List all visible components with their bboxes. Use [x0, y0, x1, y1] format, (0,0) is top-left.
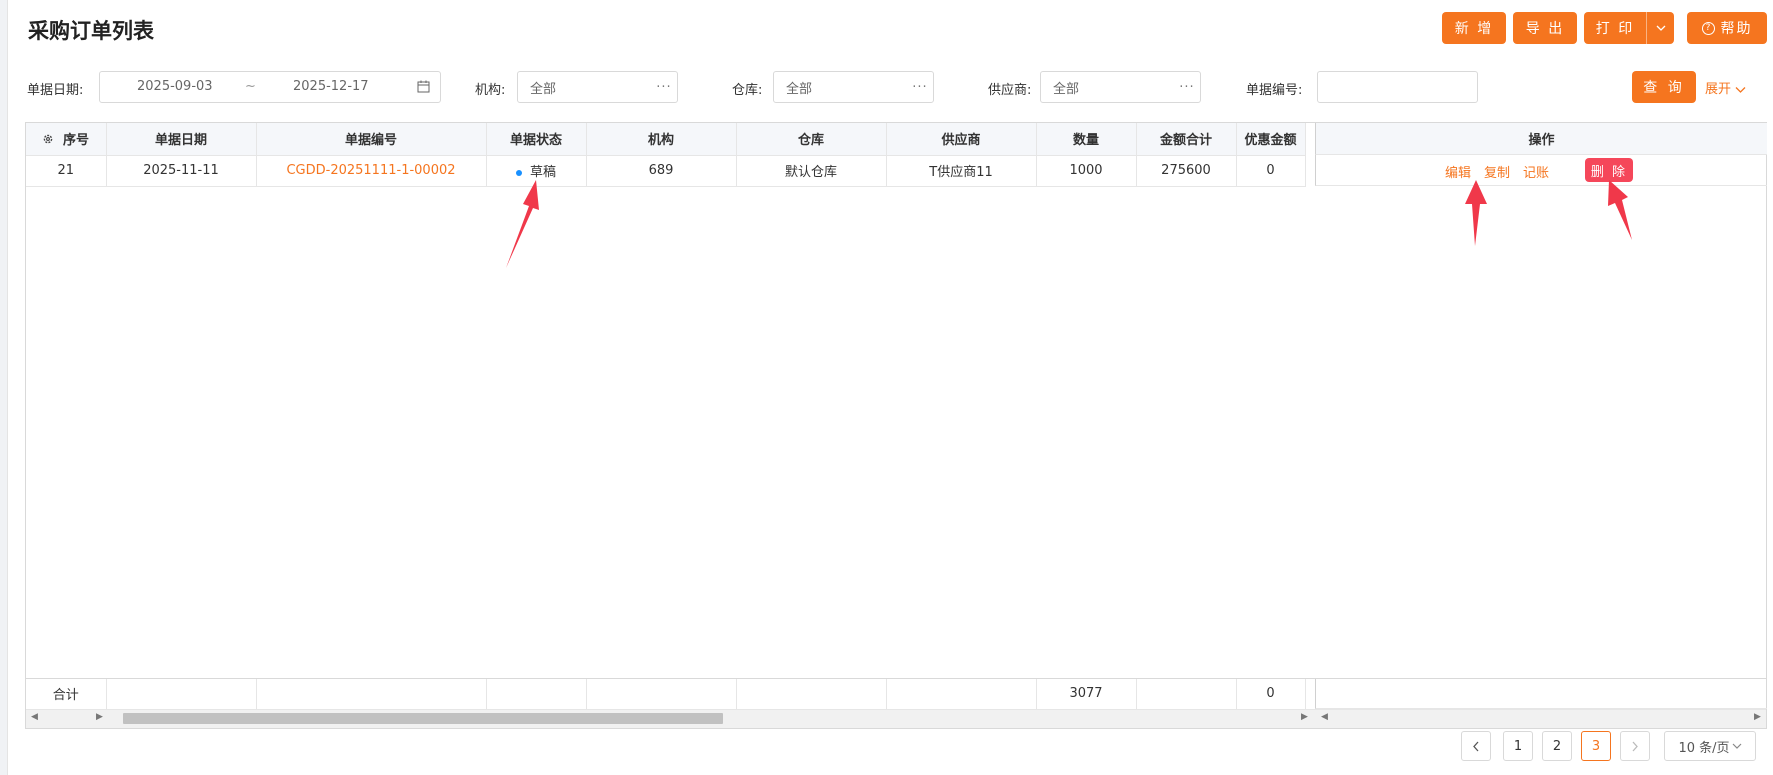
scroll-left-icon[interactable]: ◀	[31, 712, 38, 722]
horizontal-scrollbar[interactable]: ◀ ▶ ▶ ◀ ▶	[26, 709, 1766, 728]
docno-input[interactable]	[1317, 71, 1478, 103]
date-filter-label: 单据日期:	[27, 83, 84, 98]
annotation-arrow-icon	[506, 180, 539, 268]
scroll-right-icon[interactable]: ▶	[1754, 712, 1761, 722]
chevron-right-icon	[1632, 741, 1638, 751]
col-header-docno[interactable]: 单据编号	[256, 123, 487, 156]
page-button-3[interactable]: 3	[1581, 731, 1611, 761]
chevron-down-icon	[1656, 25, 1665, 31]
col-header-seq[interactable]: 序号	[26, 123, 107, 156]
docno-filter-label: 单据编号:	[1246, 83, 1303, 98]
cell-org: 689	[586, 155, 737, 187]
export-button[interactable]: 导 出	[1513, 12, 1577, 44]
col-header-discount[interactable]: 优惠金额	[1236, 123, 1306, 156]
expand-label: 展开	[1705, 82, 1732, 97]
date-start-input[interactable]: 2025-09-03	[137, 79, 213, 94]
cell-seq: 21	[26, 155, 107, 187]
totals-table: 合计 3077 0	[26, 679, 1306, 710]
warehouse-filter-label: 仓库:	[732, 83, 763, 98]
chevron-down-icon	[1732, 743, 1741, 749]
print-button[interactable]: 打 印	[1584, 12, 1674, 44]
col-header-status[interactable]: 单据状态	[486, 123, 587, 156]
order-number-link[interactable]: CGDD-20251111-1-00002	[286, 163, 455, 178]
page-size-value: 10 条/页	[1678, 740, 1730, 756]
scroll-right-icon[interactable]: ▶	[1301, 712, 1308, 722]
chevron-left-icon	[1473, 741, 1479, 751]
supplier-select-value: 全部	[1053, 81, 1080, 97]
totals-discount: 0	[1236, 679, 1306, 710]
date-end-input[interactable]: 2025-12-17	[293, 79, 369, 94]
page-button-2[interactable]: 2	[1542, 731, 1572, 761]
totals-empty	[736, 679, 887, 710]
cell-qty: 1000	[1036, 155, 1137, 187]
totals-empty	[106, 679, 257, 710]
grid-footer: 合计 3077 0	[26, 678, 1767, 710]
table-row[interactable]: 21 2025-11-11 CGDD-20251111-1-00002 草稿 6…	[26, 155, 1306, 187]
page-size-select[interactable]: 10 条/页	[1664, 731, 1756, 761]
totals-empty	[886, 679, 1037, 710]
cell-warehouse: 默认仓库	[736, 155, 887, 187]
expand-toggle[interactable]: 展开	[1705, 78, 1746, 97]
totals-empty	[256, 679, 487, 710]
chevron-down-icon	[1735, 86, 1746, 93]
status-dot-icon	[515, 169, 522, 176]
col-header-org[interactable]: 机构	[586, 123, 737, 156]
help-button[interactable]: ? 帮助	[1687, 12, 1767, 44]
page-title: 采购订单列表	[28, 19, 154, 43]
cell-amount: 275600	[1136, 155, 1237, 187]
grid-table: 序号 单据日期 单据编号 单据状态 机构 仓库 供应商 数量 金额合计 优惠金额…	[26, 123, 1306, 187]
col-header-ops: 操作	[1315, 123, 1767, 155]
next-page-button[interactable]	[1620, 731, 1650, 761]
annotation-arrow-icon	[1465, 180, 1487, 246]
col-header-date[interactable]: 单据日期	[106, 123, 257, 156]
print-button-label: 打 印	[1595, 21, 1635, 37]
cell-discount: 0	[1236, 155, 1306, 187]
col-header-label: 序号	[63, 133, 90, 149]
cell-supplier: T供应商11	[886, 155, 1037, 187]
totals-ops-cell	[1315, 679, 1767, 709]
scrollbar-thumb[interactable]	[123, 713, 723, 724]
new-button[interactable]: 新 增	[1442, 12, 1506, 44]
totals-row: 合计 3077 0	[26, 679, 1306, 710]
warehouse-select[interactable]: 全部 ···	[773, 71, 934, 103]
col-header-warehouse[interactable]: 仓库	[736, 123, 887, 156]
org-select[interactable]: 全部 ···	[517, 71, 678, 103]
col-header-qty[interactable]: 数量	[1036, 123, 1137, 156]
cell-date: 2025-11-11	[106, 155, 257, 187]
gear-icon[interactable]	[42, 133, 54, 145]
totals-empty	[586, 679, 737, 710]
scroll-left-icon[interactable]: ◀	[1321, 712, 1328, 722]
supplier-select[interactable]: 全部 ···	[1040, 71, 1201, 103]
help-circle-icon: ?	[1701, 21, 1715, 35]
grid-header-row: 序号 单据日期 单据编号 单据状态 机构 仓库 供应商 数量 金额合计 优惠金额	[26, 123, 1306, 156]
page: 采购订单列表 新 增 导 出 打 印 ? 帮助 单据日期: 2025-09-03…	[7, 0, 1773, 775]
page-button-1[interactable]: 1	[1503, 731, 1533, 761]
row-actions: 编辑 复制 记账 删 除	[1315, 155, 1767, 186]
col-header-supplier[interactable]: 供应商	[886, 123, 1037, 156]
warehouse-select-value: 全部	[786, 81, 813, 97]
org-select-value: 全部	[530, 81, 557, 97]
totals-empty	[486, 679, 587, 710]
annotation-arrow-icon	[1608, 180, 1632, 240]
more-icon[interactable]: ···	[1174, 80, 1200, 95]
totals-empty	[1136, 679, 1237, 710]
totals-label: 合计	[26, 679, 107, 710]
print-dropdown-toggle[interactable]	[1646, 12, 1674, 44]
totals-qty: 3077	[1036, 679, 1137, 710]
date-separator: ~	[245, 79, 256, 94]
cell-docno: CGDD-20251111-1-00002	[256, 155, 487, 187]
data-grid: 序号 单据日期 单据编号 单据状态 机构 仓库 供应商 数量 金额合计 优惠金额…	[25, 122, 1767, 729]
query-button[interactable]: 查 询	[1632, 71, 1696, 103]
supplier-filter-label: 供应商:	[988, 83, 1032, 98]
calendar-icon[interactable]	[417, 80, 430, 97]
post-link[interactable]: 记账	[1523, 162, 1549, 181]
date-range-picker[interactable]: 2025-09-03 ~ 2025-12-17	[99, 71, 441, 103]
col-header-amount[interactable]: 金额合计	[1136, 123, 1237, 156]
more-icon[interactable]: ···	[651, 80, 677, 95]
help-button-label: 帮助	[1720, 21, 1753, 37]
scroll-right-icon[interactable]: ▶	[96, 712, 103, 722]
prev-page-button[interactable]	[1461, 731, 1491, 761]
org-filter-label: 机构:	[475, 83, 506, 98]
more-icon[interactable]: ···	[907, 80, 933, 95]
